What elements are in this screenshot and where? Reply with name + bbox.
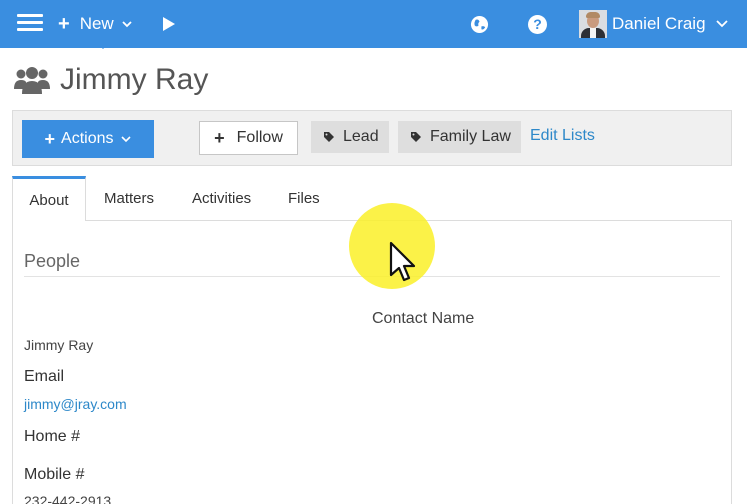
tag-lead[interactable]: Lead bbox=[311, 121, 389, 153]
column-header: Contact Name bbox=[372, 310, 475, 327]
user-menu[interactable]: Daniel Craig bbox=[579, 10, 728, 38]
home-phone-label: Home # bbox=[24, 428, 81, 445]
tag-icon bbox=[411, 132, 421, 142]
globe-icon[interactable] bbox=[470, 15, 489, 34]
actions-button[interactable]: + Actions bbox=[22, 120, 154, 158]
chevron-down-icon bbox=[715, 20, 728, 28]
tag-icon bbox=[324, 132, 334, 142]
follow-button[interactable]: + Follow bbox=[199, 121, 298, 155]
email-link[interactable]: jimmy@jray.com bbox=[24, 396, 127, 412]
tag-family-law[interactable]: Family Law bbox=[398, 121, 521, 153]
tab-files[interactable]: Files bbox=[288, 176, 320, 220]
tab-about[interactable]: About bbox=[12, 176, 86, 221]
tag-label: Family Law bbox=[430, 128, 511, 145]
actions-button-label: Actions bbox=[61, 130, 114, 147]
play-icon[interactable] bbox=[162, 16, 176, 32]
tab-matters[interactable]: Matters bbox=[104, 176, 154, 220]
follow-button-label: Follow bbox=[236, 129, 283, 146]
email-label: Email bbox=[24, 368, 65, 385]
dropdown-caret bbox=[96, 42, 110, 49]
mobile-phone-value: 232-442-2913 bbox=[24, 493, 112, 504]
plus-icon: + bbox=[214, 127, 225, 148]
chevron-down-icon bbox=[122, 21, 132, 28]
user-name: Daniel Craig bbox=[612, 14, 706, 33]
chevron-down-icon bbox=[121, 136, 132, 143]
tab-activities[interactable]: Activities bbox=[192, 176, 251, 220]
menu-icon[interactable] bbox=[17, 14, 43, 34]
page-title: Jimmy Ray bbox=[60, 63, 209, 96]
plus-icon: + bbox=[58, 13, 70, 35]
page-header: Jimmy Ray bbox=[14, 62, 208, 98]
mouse-pointer-icon bbox=[389, 241, 416, 282]
top-navigation-bar: + New ? Daniel Craig bbox=[0, 0, 747, 49]
mobile-phone-label: Mobile # bbox=[24, 466, 85, 483]
edit-lists-link[interactable]: Edit Lists bbox=[530, 127, 595, 145]
contact-name-value: Jimmy Ray bbox=[24, 337, 94, 353]
people-icon bbox=[14, 67, 50, 94]
section-title: People bbox=[24, 251, 81, 271]
avatar bbox=[579, 10, 607, 38]
tag-label: Lead bbox=[343, 128, 379, 145]
new-button-label: New bbox=[79, 14, 114, 33]
record-toolbar: + Actions + Follow Lead Family Law Edit … bbox=[12, 110, 732, 166]
new-button[interactable]: + New bbox=[58, 12, 132, 36]
plus-icon: + bbox=[44, 128, 56, 149]
help-icon[interactable]: ? bbox=[528, 15, 547, 34]
